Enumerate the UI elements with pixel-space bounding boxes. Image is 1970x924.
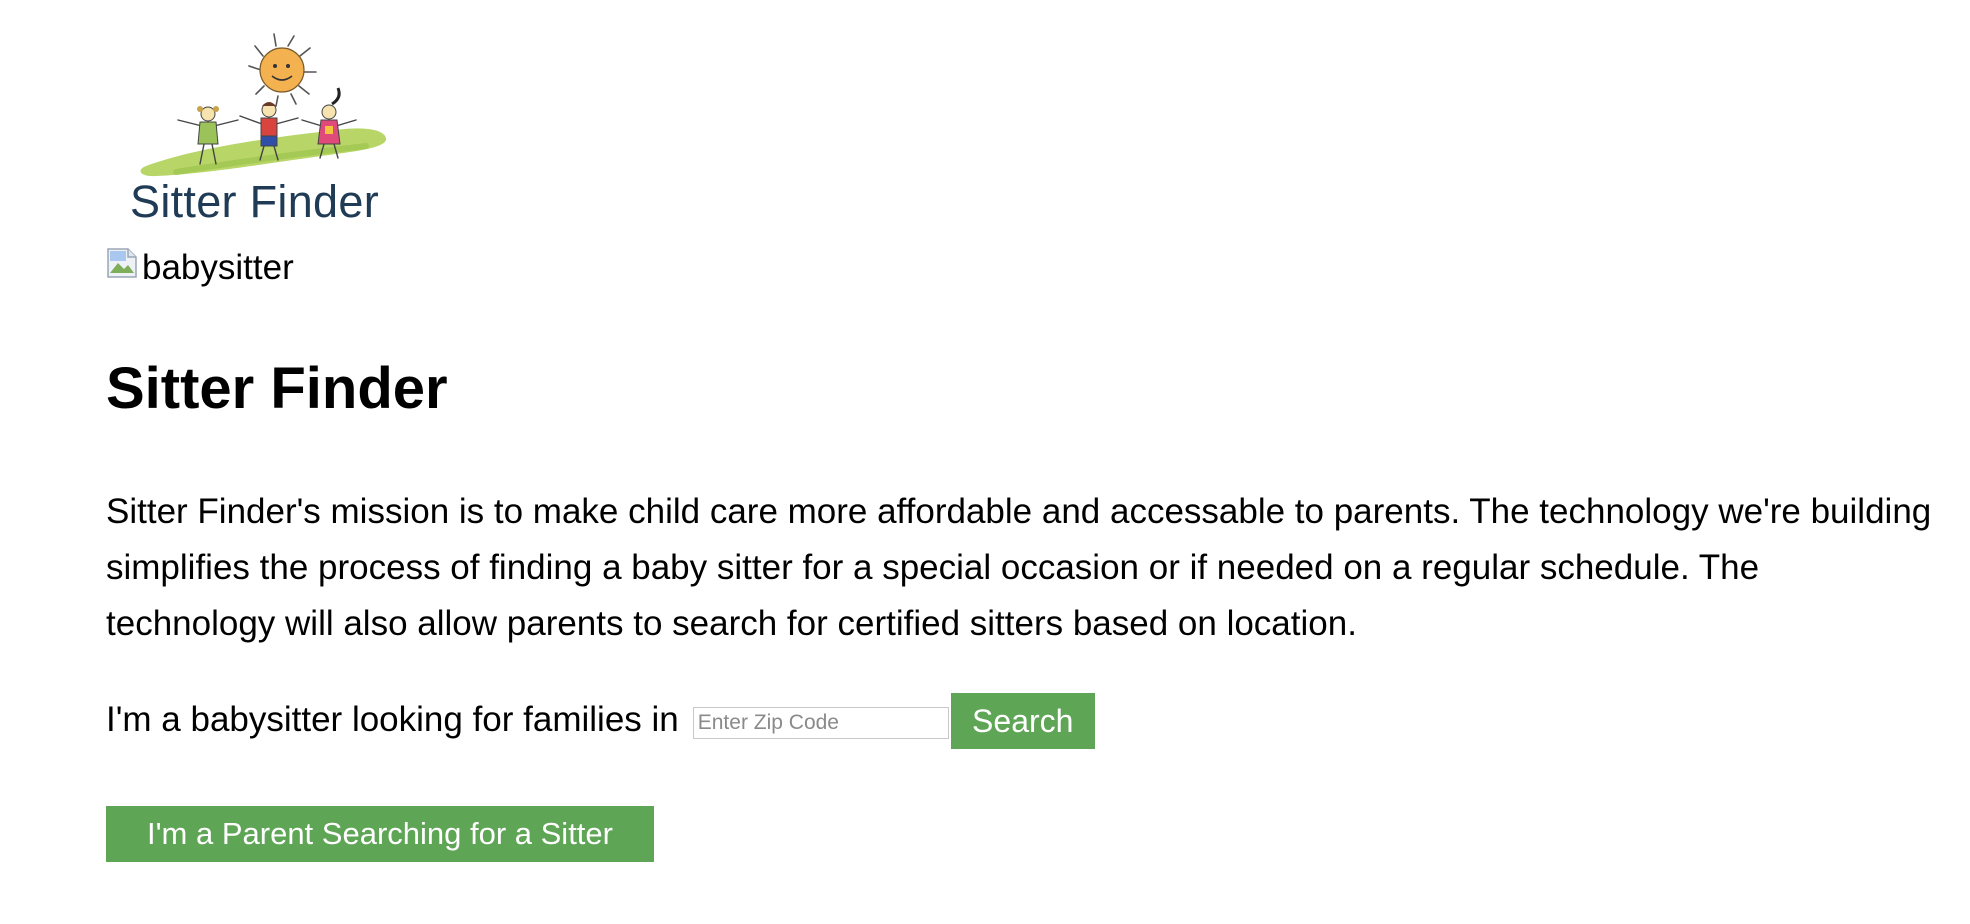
babysitter-image: babysitter (106, 246, 294, 290)
site-logo[interactable]: Sitter Finder (116, 26, 410, 232)
broken-image-icon (107, 248, 137, 278)
logo-wordmark: Sitter Finder (130, 176, 379, 227)
mission-statement: Sitter Finder's mission is to make child… (106, 492, 1932, 643)
sitter-search-label: I'm a babysitter looking for families in (106, 700, 679, 739)
page-title: Sitter Finder (106, 356, 448, 421)
parent-search-button[interactable]: I'm a Parent Searching for a Sitter (106, 806, 654, 862)
sitter-finder-logo-icon (140, 33, 387, 177)
sitter-search-row: I'm a babysitter looking for families in… (106, 692, 1095, 749)
image-alt-text: babysitter (142, 248, 294, 287)
search-button[interactable]: Search (950, 693, 1095, 749)
zip-code-input[interactable] (692, 707, 949, 739)
